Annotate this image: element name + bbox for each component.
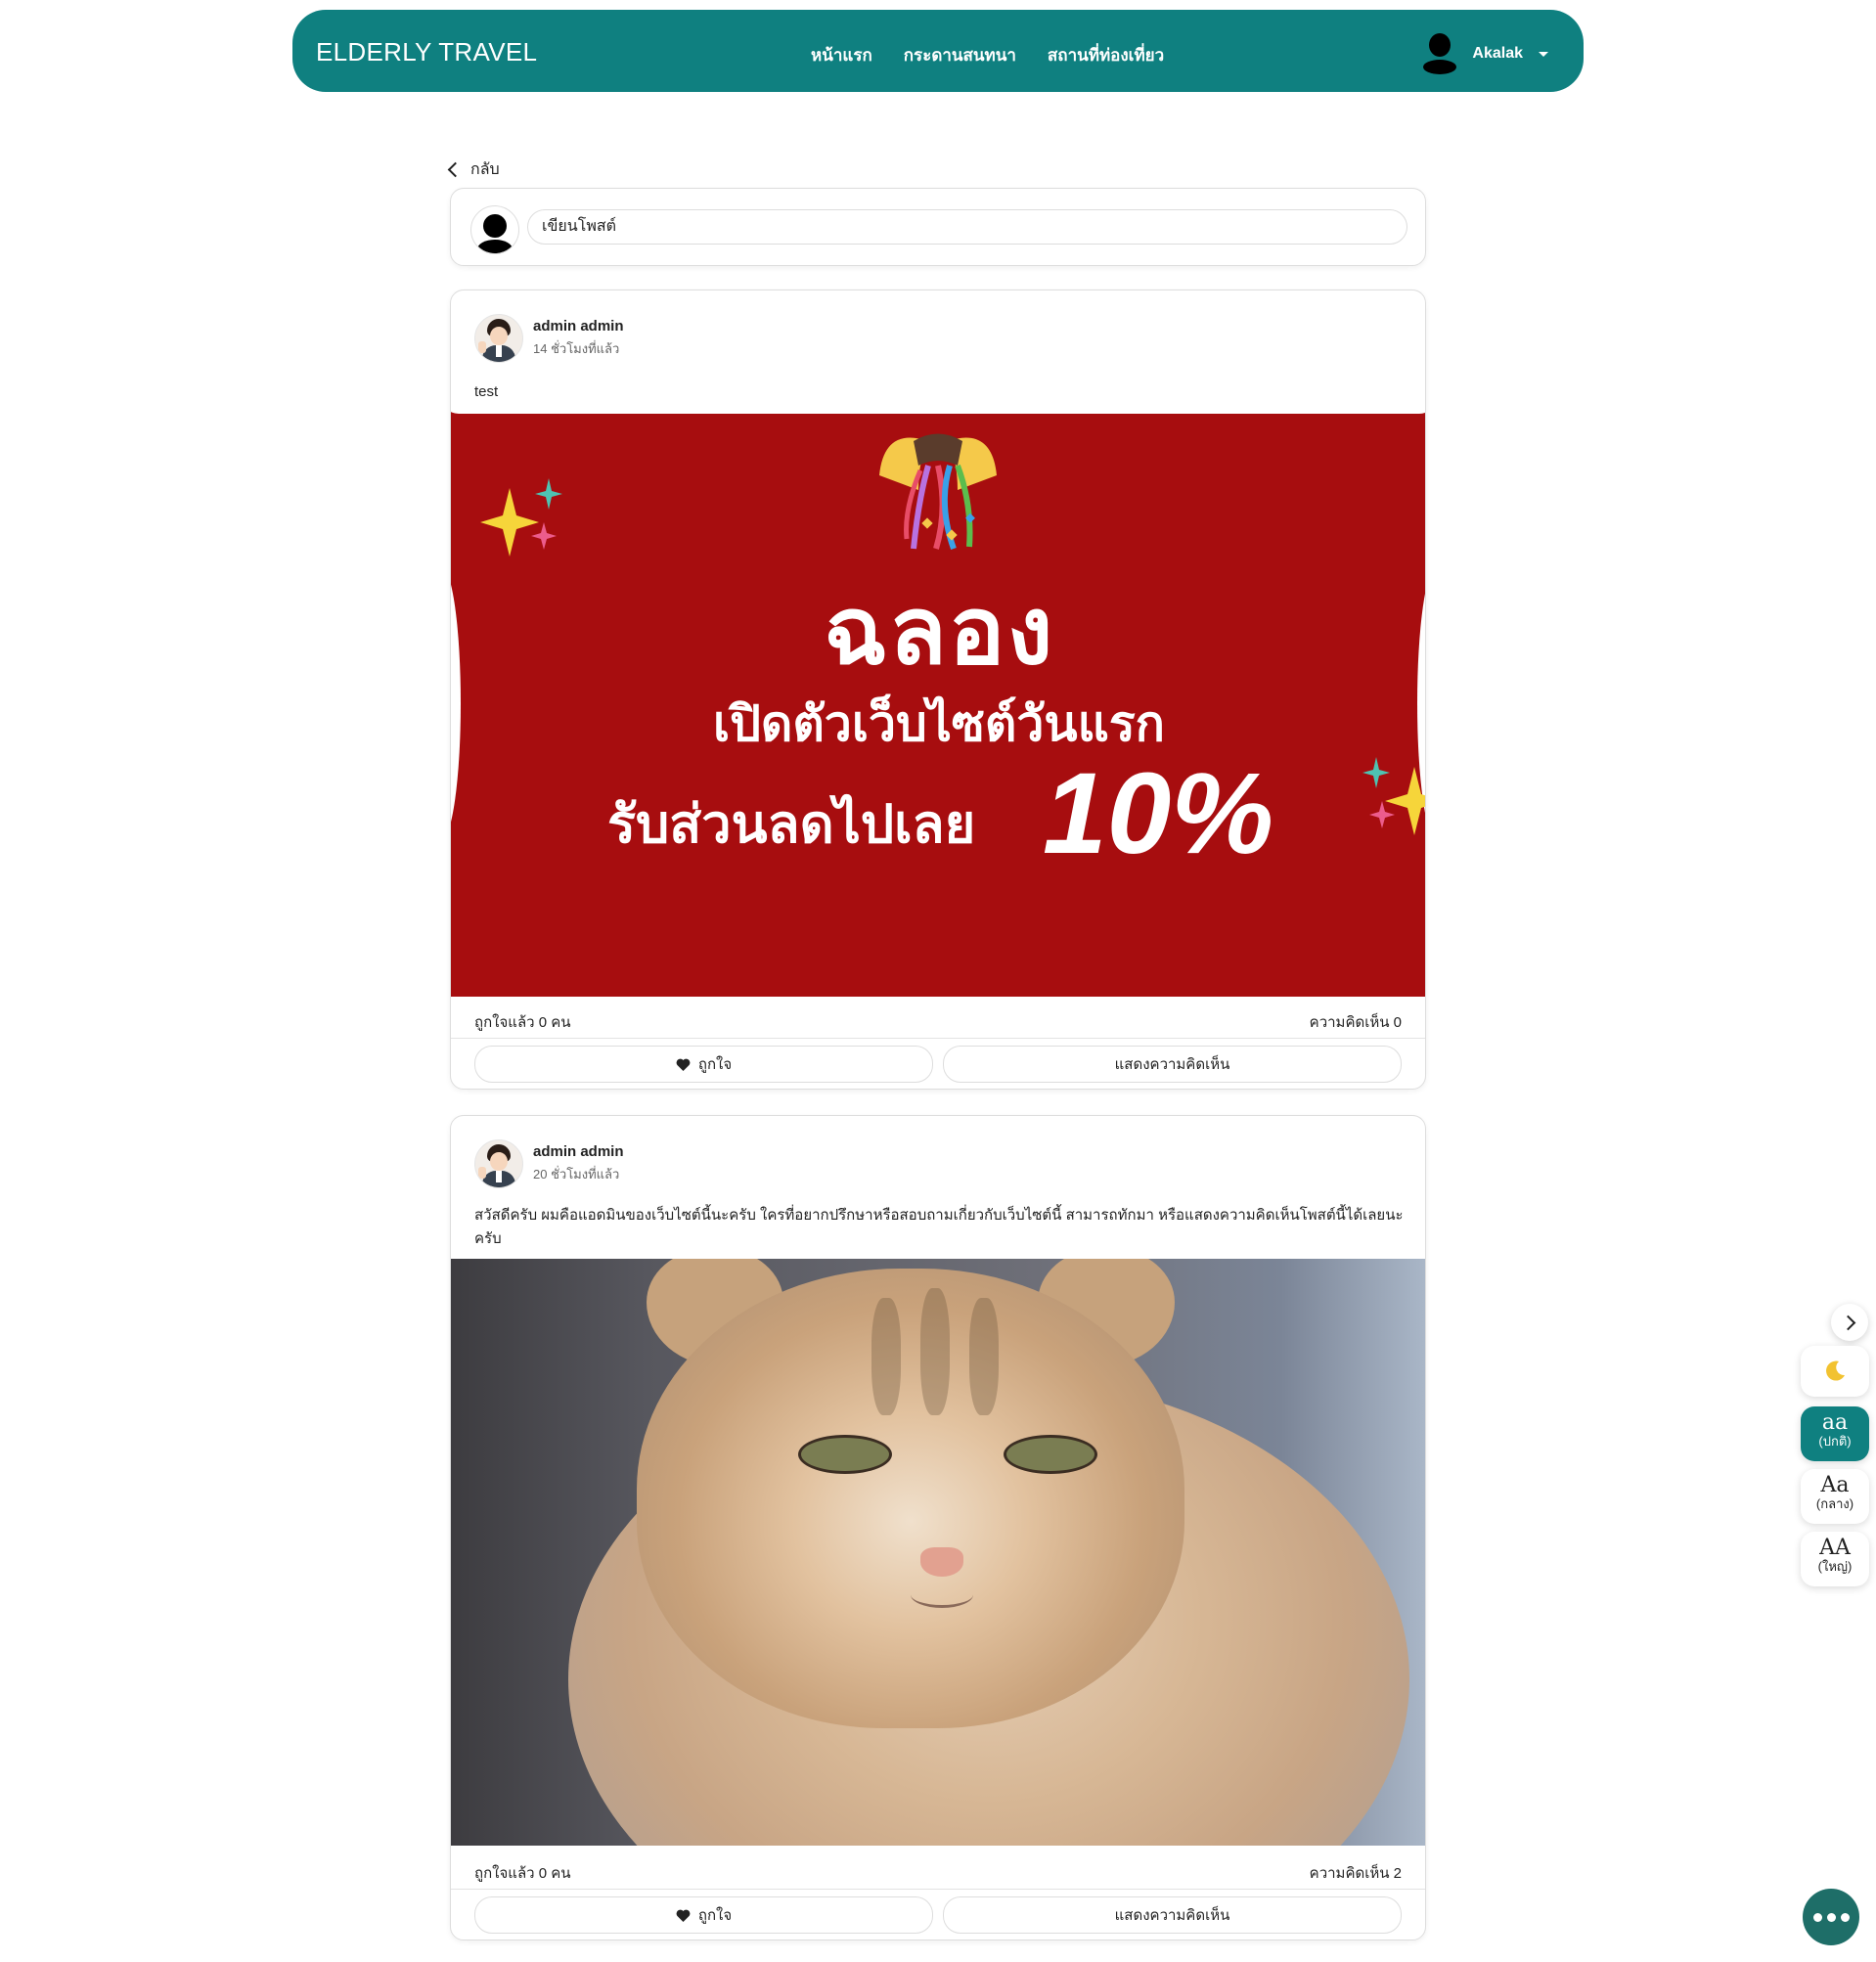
write-post-input[interactable]: เขียนโพสต์ — [527, 209, 1407, 245]
party-popper-icon — [879, 433, 997, 551]
comment-button[interactable]: แสดงความคิดเห็น — [943, 1896, 1402, 1934]
comment-count[interactable]: ความคิดเห็น 0 — [1310, 1010, 1402, 1034]
heart-icon — [676, 1058, 691, 1071]
chat-dot — [1812, 1912, 1822, 1922]
post-text: test — [474, 383, 499, 400]
divider — [451, 1889, 1425, 1890]
promo-discount-value: 10% — [1043, 749, 1274, 878]
back-link[interactable]: กลับ — [447, 157, 500, 182]
comment-button[interactable]: แสดงความคิดเห็น — [943, 1046, 1402, 1083]
brand-logo-text[interactable]: ELDERLY TRAVEL — [316, 37, 537, 67]
font-size-label: (ปกติ) — [1818, 1434, 1852, 1449]
nav-link-forum[interactable]: กระดานสนทนา — [904, 42, 1016, 68]
nav-link-places[interactable]: สถานที่ท่องเที่ยว — [1048, 42, 1164, 68]
heart-icon — [676, 1909, 691, 1922]
post-time: 20 ชั่วโมงที่แล้ว — [533, 1167, 620, 1182]
font-size-large-button[interactable]: AA (ใหญ่) — [1801, 1532, 1869, 1586]
author-avatar[interactable] — [474, 314, 523, 363]
collapse-toolbar-button[interactable] — [1831, 1304, 1868, 1341]
post-actions: ถูกใจ แสดงความคิดเห็น — [474, 1046, 1402, 1083]
font-size-sample: aa — [1821, 1410, 1849, 1435]
promo-subtitle: เปิดตัวเว็บไซต์วันแรก — [713, 696, 1165, 751]
chat-dot — [1826, 1912, 1836, 1922]
font-size-normal-button[interactable]: aa (ปกติ) — [1801, 1406, 1869, 1461]
composer-avatar-icon — [470, 205, 519, 254]
post-header: admin admin 14 ชั่วโมงที่แล้ว — [474, 314, 624, 363]
post-composer: เขียนโพสต์ — [450, 188, 1426, 266]
post-actions: ถูกใจ แสดงความคิดเห็น — [474, 1896, 1402, 1934]
post-card: admin admin 20 ชั่วโมงที่แล้ว สวัสดีครับ… — [450, 1115, 1426, 1940]
comment-label: แสดงความคิดเห็น — [1114, 1056, 1230, 1073]
like-label: ถูกใจ — [697, 1056, 733, 1073]
back-label: กลับ — [470, 161, 500, 178]
chevron-left-icon — [447, 161, 464, 178]
dark-mode-toggle[interactable] — [1801, 1346, 1869, 1397]
cat-photo — [451, 1259, 1425, 1846]
author-avatar[interactable] — [474, 1139, 523, 1188]
post-stats: ถูกใจแล้ว 0 คน ความคิดเห็น 0 — [474, 1010, 1402, 1034]
author-name[interactable]: admin admin — [533, 1143, 624, 1160]
font-size-sample: Aa — [1820, 1473, 1850, 1497]
chat-bubble-button[interactable] — [1803, 1889, 1859, 1945]
font-size-sample: AA — [1819, 1536, 1851, 1560]
font-size-medium-button[interactable]: Aa (กลาง) — [1801, 1469, 1869, 1524]
chevron-right-icon — [1840, 1315, 1856, 1331]
post-card: admin admin 14 ชั่วโมงที่แล้ว test ฉลอง … — [450, 290, 1426, 1090]
main-nav: หน้าแรก กระดานสนทนา สถานที่ท่องเที่ยว — [811, 42, 1164, 68]
promo-discount-text: รับส่วนลดไปเลย — [607, 795, 976, 854]
font-size-label: (กลาง) — [1815, 1496, 1854, 1511]
user-name: Akalak — [1472, 45, 1523, 62]
font-size-label: (ใหญ่) — [1817, 1559, 1853, 1574]
divider — [451, 1038, 1425, 1039]
post-header: admin admin 20 ชั่วโมงที่แล้ว — [474, 1139, 624, 1188]
chat-dot — [1840, 1912, 1850, 1922]
caret-down-icon — [1539, 51, 1548, 57]
user-menu[interactable]: Akalak — [1421, 33, 1548, 74]
comment-count[interactable]: ความคิดเห็น 2 — [1310, 1861, 1402, 1885]
post-time: 14 ชั่วโมงที่แล้ว — [533, 341, 620, 356]
moon-icon — [1826, 1360, 1845, 1381]
promo-headline: ฉลอง — [823, 579, 1055, 684]
sparkles-icon — [1362, 757, 1425, 835]
comment-label: แสดงความคิดเห็น — [1114, 1907, 1230, 1924]
like-button[interactable]: ถูกใจ — [474, 1896, 933, 1934]
post-text: สวัสดีครับ ผมคือแอดมินของเว็บไซต์นี้นะคร… — [474, 1207, 1404, 1247]
like-count[interactable]: ถูกใจแล้ว 0 คน — [474, 1861, 571, 1885]
sparkles-icon — [480, 478, 562, 557]
post-image: ฉลอง เปิดตัวเว็บไซต์วันแรก รับส่วนลดไปเล… — [451, 410, 1425, 997]
top-navbar: ELDERLY TRAVEL หน้าแรก กระดานสนทนา สถานท… — [292, 10, 1584, 92]
like-count[interactable]: ถูกใจแล้ว 0 คน — [474, 1010, 571, 1034]
post-stats: ถูกใจแล้ว 0 คน ความคิดเห็น 2 — [474, 1861, 1402, 1885]
like-label: ถูกใจ — [697, 1907, 733, 1924]
promo-banner: ฉลอง เปิดตัวเว็บไซต์วันแรก รับส่วนลดไปเล… — [451, 410, 1425, 997]
user-avatar-icon — [1421, 33, 1458, 74]
author-name[interactable]: admin admin — [533, 318, 624, 334]
like-button[interactable]: ถูกใจ — [474, 1046, 933, 1083]
post-image — [451, 1259, 1425, 1846]
nav-link-home[interactable]: หน้าแรก — [811, 42, 872, 68]
